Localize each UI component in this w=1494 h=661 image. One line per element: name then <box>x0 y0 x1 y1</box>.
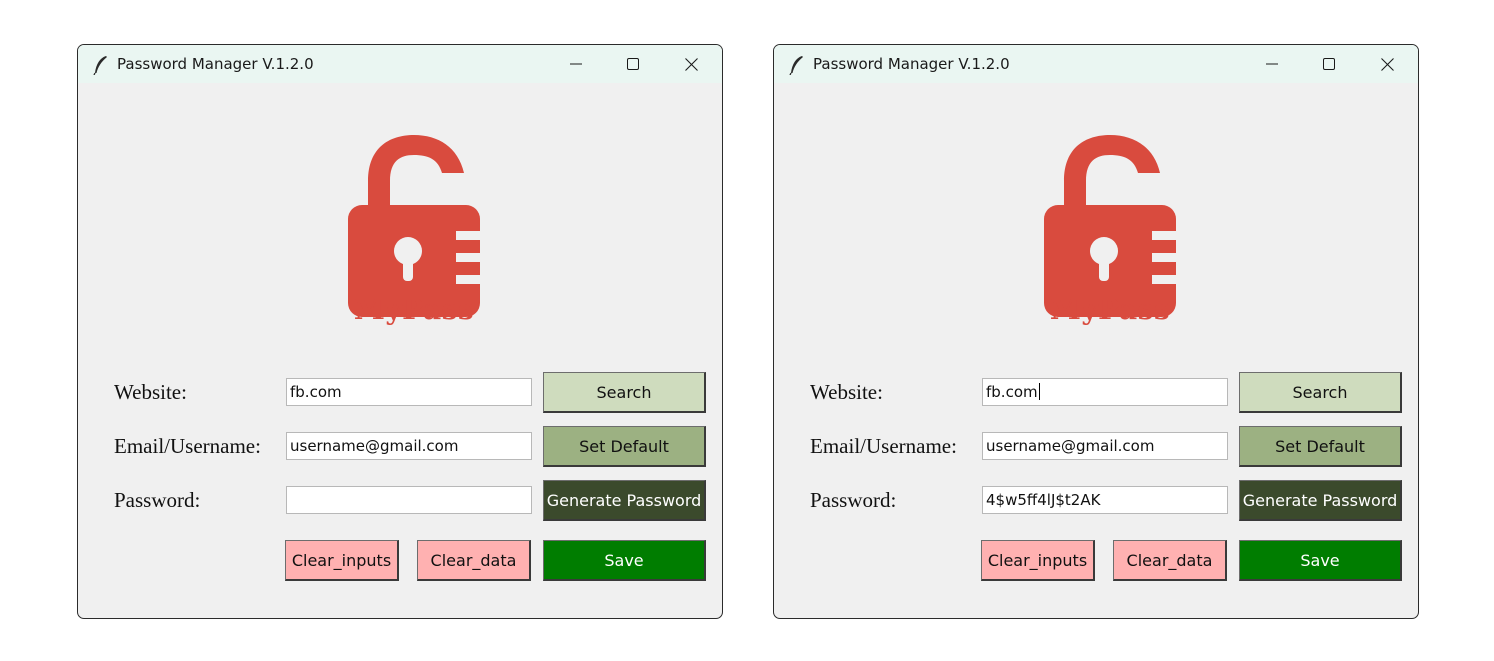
save-button[interactable]: Save <box>543 540 706 581</box>
password-input[interactable] <box>286 486 532 514</box>
title-bar[interactable]: Password Manager V.1.2.0 <box>774 45 1418 83</box>
email-input[interactable]: username@gmail.com <box>286 432 532 460</box>
password-label: Password: <box>810 488 897 512</box>
password-label: Password: <box>114 488 201 512</box>
password-manager-window: Password Manager V.1.2.0 MyPass Website:… <box>77 44 723 619</box>
maximize-icon <box>627 58 639 70</box>
password-manager-window: Password Manager V.1.2.0 MyPass Website:… <box>773 44 1419 619</box>
minimize-icon <box>570 63 582 65</box>
generate-password-button[interactable]: Generate Password <box>543 480 706 521</box>
website-label: Website: <box>114 380 187 404</box>
email-input[interactable]: username@gmail.com <box>982 432 1228 460</box>
set-default-button[interactable]: Set Default <box>1239 426 1402 467</box>
clear-inputs-button[interactable]: Clear_inputs <box>285 540 399 581</box>
maximize-button[interactable] <box>1301 45 1357 83</box>
close-button[interactable] <box>663 45 719 83</box>
set-default-button[interactable]: Set Default <box>543 426 706 467</box>
clear-inputs-button[interactable]: Clear_inputs <box>981 540 1095 581</box>
close-icon <box>1380 57 1394 71</box>
website-input-value: fb.com <box>986 383 1038 401</box>
website-input[interactable]: fb.com <box>286 378 532 406</box>
text-cursor <box>1038 383 1040 400</box>
minimize-button[interactable] <box>548 45 604 83</box>
email-input-value: username@gmail.com <box>986 437 1155 455</box>
save-button[interactable]: Save <box>1239 540 1402 581</box>
maximize-button[interactable] <box>605 45 661 83</box>
feather-icon <box>93 56 107 75</box>
website-label: Website: <box>810 380 883 404</box>
email-input-value: username@gmail.com <box>290 437 459 455</box>
title-bar[interactable]: Password Manager V.1.2.0 <box>78 45 722 83</box>
close-button[interactable] <box>1359 45 1415 83</box>
close-icon <box>684 57 698 71</box>
logo-text: MyPass <box>353 293 475 326</box>
window-title: Password Manager V.1.2.0 <box>813 55 1010 73</box>
clear-data-button[interactable]: Clear_data <box>417 540 531 581</box>
password-input[interactable]: 4$w5ff4lJ$t2AK <box>982 486 1228 514</box>
minimize-icon <box>1266 63 1278 65</box>
logo-text: MyPass <box>1049 293 1171 326</box>
feather-icon <box>789 56 803 75</box>
website-input[interactable]: fb.com <box>982 378 1228 406</box>
search-button[interactable]: Search <box>1239 372 1402 413</box>
clear-data-button[interactable]: Clear_data <box>1113 540 1227 581</box>
email-label: Email/Username: <box>114 434 261 458</box>
minimize-button[interactable] <box>1244 45 1300 83</box>
password-input-value: 4$w5ff4lJ$t2AK <box>986 491 1101 509</box>
website-input-value: fb.com <box>290 383 342 401</box>
search-button[interactable]: Search <box>543 372 706 413</box>
generate-password-button[interactable]: Generate Password <box>1239 480 1402 521</box>
window-title: Password Manager V.1.2.0 <box>117 55 314 73</box>
email-label: Email/Username: <box>810 434 957 458</box>
maximize-icon <box>1323 58 1335 70</box>
